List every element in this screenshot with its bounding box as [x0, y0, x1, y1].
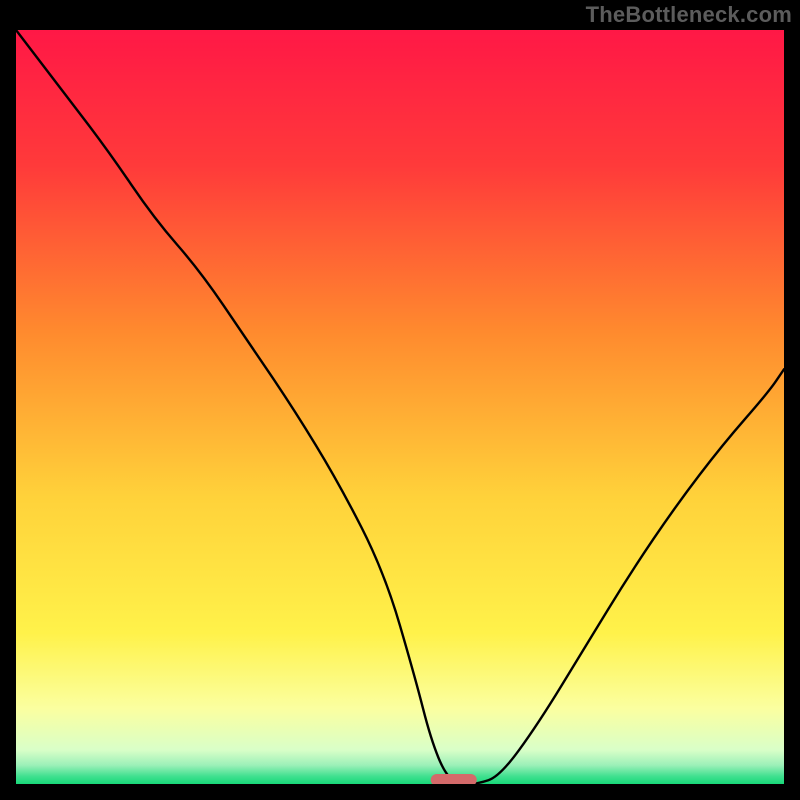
plot-area	[16, 30, 784, 784]
curve-layer	[16, 30, 784, 784]
optimal-marker	[431, 774, 477, 784]
attribution-label: TheBottleneck.com	[586, 2, 792, 28]
bottleneck-curve-path	[16, 30, 784, 784]
chart-frame: TheBottleneck.com	[0, 0, 800, 800]
